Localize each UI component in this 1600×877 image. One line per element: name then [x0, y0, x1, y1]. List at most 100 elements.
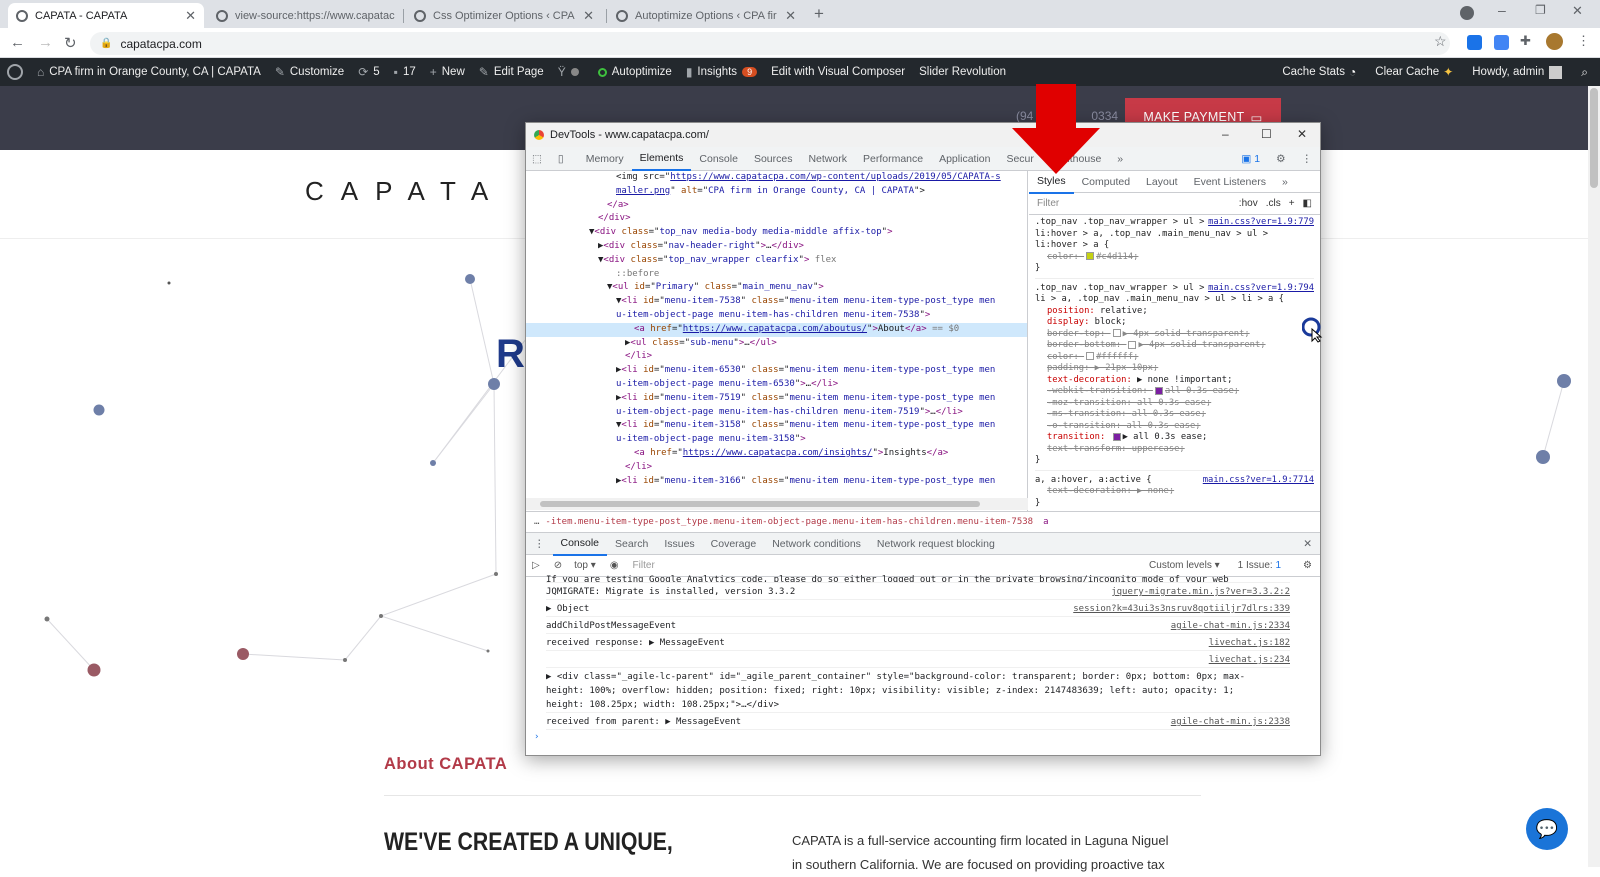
console-message[interactable]: received from parent: ▶ MessageEvent agil… — [546, 713, 1290, 730]
css-declaration[interactable]: -moz-transition: all 0.3s ease; — [1035, 398, 1314, 410]
close-tab-icon[interactable]: ✕ — [777, 8, 796, 24]
dom-node-line[interactable]: </li> — [526, 350, 1027, 364]
dom-node-line[interactable]: u-item-object-page menu-item-6530">…</li… — [526, 378, 1027, 392]
wp-yoast[interactable]: Ÿ — [551, 65, 591, 79]
dom-node-line[interactable]: u-item-object-page menu-item-3158"> — [526, 433, 1027, 447]
minimize-icon[interactable]: – — [1222, 127, 1229, 141]
css-declaration[interactable]: color: #ffffff; — [1035, 352, 1314, 364]
close-tab-icon[interactable]: ✕ — [575, 8, 594, 24]
drawer-tab-network-conditions[interactable]: Network conditions — [764, 532, 869, 556]
wp-clear-cache[interactable]: Clear Cache ✦ — [1368, 65, 1465, 79]
context-select[interactable]: top ▾ — [574, 560, 596, 571]
dom-node-line[interactable]: ▶<li id="menu-item-7519" class="menu-ite… — [526, 392, 1027, 406]
close-tab-icon[interactable]: ✕ — [177, 8, 196, 24]
wp-cache-stats[interactable]: Cache Stats ◔ — [1275, 65, 1368, 79]
console-message[interactable]: ▶ <div class="_agile-lc-parent" id="_agi… — [546, 668, 1290, 713]
dom-node-line[interactable]: maller.png" alt="CPA firm in Orange Coun… — [526, 185, 1027, 199]
dom-node-line[interactable]: <img src="https://www.capatacpa.com/wp-c… — [526, 171, 1027, 185]
computed-sidebar-icon[interactable]: ◧ — [1303, 198, 1312, 209]
wp-visual-composer[interactable]: Edit with Visual Composer — [764, 66, 912, 78]
dom-node-line[interactable]: ▶<div class="nav-header-right">…</div> — [526, 240, 1027, 254]
dom-node-line[interactable]: <a href="https://www.capatacpa.com/about… — [526, 322, 1027, 337]
back-icon[interactable]: ← — [10, 34, 25, 51]
wp-insights[interactable]: ▮ Insights 9 — [679, 65, 764, 79]
tab-view-source[interactable]: view-source:https://www.capatac ✕ — [208, 3, 400, 28]
console-message[interactable]: received response: ▶ MessageEvent livecha… — [546, 634, 1290, 651]
drawer-tab-coverage[interactable]: Coverage — [703, 532, 765, 556]
styles-filter-input[interactable]: Filter — [1037, 198, 1239, 209]
reload-icon[interactable]: ↻ — [64, 34, 77, 52]
dom-node-line[interactable]: u-item-object-page menu-item-has-childre… — [526, 406, 1027, 420]
console-source-link[interactable]: agile-chat-min.js:2338 — [1171, 715, 1290, 729]
chat-bubble-icon[interactable]: 💬 — [1526, 808, 1568, 850]
css-rule[interactable]: main.css?ver=1.9:7714 a, a:hover, a:activ… — [1035, 475, 1314, 512]
dom-node-line[interactable]: ▶<li id="menu-item-6530" class="menu-ite… — [526, 364, 1027, 378]
settings-gear-icon[interactable]: ⚙ — [1268, 147, 1293, 171]
console-message[interactable]: If you are testing Google Analytics code… — [546, 573, 1290, 583]
tab-css-optimizer[interactable]: Css Optimizer Options ‹ CPA firm ✕ — [406, 3, 602, 28]
css-selector[interactable]: main.css?ver=1.9:779 .top_nav .top_nav_wr… — [1035, 217, 1314, 252]
wp-slider-revolution[interactable]: Slider Revolution — [912, 66, 1013, 78]
console-source-link[interactable]: livechat.js:182 — [1209, 636, 1290, 650]
dom-node-line[interactable]: ::before — [526, 268, 1027, 282]
issues-counter[interactable]: ▣ 1 — [1233, 147, 1268, 171]
chrome-menu-icon[interactable]: ⋮ — [1577, 33, 1590, 49]
css-declaration[interactable]: padding: ▶ 21px 10px; — [1035, 363, 1314, 375]
console-prompt[interactable]: › — [534, 730, 1290, 744]
tab-performance[interactable]: Performance — [855, 147, 931, 171]
tab-autoptimize[interactable]: Autoptimize Options ‹ CPA firm ✕ — [608, 3, 804, 28]
dom-node-line[interactable]: ▼<li id="menu-item-7538" class="menu-ite… — [526, 295, 1027, 309]
tab-elements[interactable]: Elements — [631, 147, 692, 171]
dom-node-line[interactable]: <a href="https://www.capatacpa.com/insig… — [526, 447, 1027, 461]
close-window-icon[interactable]: ✕ — [1572, 3, 1583, 19]
wp-new[interactable]: + New — [423, 65, 472, 79]
css-declaration[interactable]: text-transform: uppercase; — [1035, 444, 1314, 456]
console-message[interactable]: ▶ Object session?k=43ui3s3nsruv8qotiiljr7… — [546, 600, 1290, 617]
console-message[interactable]: addChildPostMessageEvent agile-chat-min.j… — [546, 617, 1290, 634]
tab-console[interactable]: Console — [691, 147, 746, 171]
inspect-element-icon[interactable]: ⬚ — [526, 147, 550, 171]
dom-node-line[interactable]: u-item-object-page menu-item-has-childre… — [526, 309, 1027, 323]
css-declaration[interactable]: position: relative; — [1035, 306, 1314, 318]
bookmark-star-icon[interactable]: ☆ — [1434, 33, 1447, 50]
tab-event-listeners[interactable]: Event Listeners — [1186, 171, 1274, 194]
console-settings-icon[interactable]: ⚙ — [1303, 560, 1312, 571]
wp-comments[interactable]: ▪ 17 — [387, 65, 423, 79]
color-swatch[interactable] — [1112, 432, 1121, 441]
dom-node-line[interactable]: </div> — [526, 212, 1027, 226]
close-tab-icon[interactable]: ✕ — [395, 8, 400, 24]
tab-application[interactable]: Application — [931, 147, 998, 171]
cls-toggle[interactable]: .cls — [1266, 198, 1281, 209]
dom-node-line[interactable]: ▼<div class="top_nav_wrapper clearfix"> … — [526, 254, 1027, 268]
wp-howdy[interactable]: Howdy, admin — [1465, 65, 1574, 79]
wp-autoptimize[interactable]: Autoptimize — [591, 66, 679, 78]
dom-node-line[interactable]: ▼<div class="top_nav media-body media-mi… — [526, 226, 1027, 240]
css-declaration[interactable]: display: block; — [1035, 317, 1314, 329]
console-message[interactable]: livechat.js:234 — [546, 651, 1290, 668]
clear-console-icon[interactable]: ⊘ — [554, 560, 562, 571]
wp-search-icon[interactable]: ⌕ — [1574, 65, 1600, 80]
css-declaration[interactable]: color: #c4d114; — [1035, 252, 1314, 264]
wp-customize[interactable]: ✎ Customize — [268, 65, 351, 79]
css-declaration[interactable]: text-decoration: ▶ none; — [1035, 486, 1314, 498]
breadcrumb-current[interactable]: a — [1043, 517, 1048, 527]
tab-sources[interactable]: Sources — [746, 147, 801, 171]
css-source-link[interactable]: main.css?ver=1.9:7714 — [1203, 475, 1314, 487]
device-toggle-icon[interactable]: ▯ — [550, 147, 572, 171]
dom-node-line[interactable]: </a> — [526, 199, 1027, 213]
site-logo[interactable]: CAPATA — [305, 176, 505, 207]
devtools-titlebar[interactable]: DevTools - www.capatacpa.com/ – ☐ ✕ — [526, 123, 1320, 147]
css-declaration[interactable]: transition: ▶ all 0.3s ease; — [1035, 432, 1314, 444]
dom-node-line[interactable]: ▶<li id="menu-item-3166" class="menu-ite… — [526, 475, 1027, 489]
extension-cast-icon[interactable] — [1467, 35, 1482, 50]
css-declaration[interactable]: text-decoration: ▶ none !important; — [1035, 375, 1314, 387]
css-declaration[interactable]: -webkit-transition: all 0.3s ease; — [1035, 386, 1314, 398]
breadcrumb-path[interactable]: -item.menu-item-type-post_type.menu-item… — [545, 517, 1033, 527]
drawer-tab-request-blocking[interactable]: Network request blocking — [869, 532, 1003, 556]
color-swatch[interactable] — [1086, 252, 1095, 260]
new-tab-button[interactable]: + — [814, 4, 824, 24]
elements-h-scrollbar[interactable] — [526, 498, 1028, 510]
dom-node-line[interactable]: ▶<ul class="sub-menu">…</ul> — [526, 337, 1027, 351]
minimize-window-icon[interactable]: – — [1498, 2, 1506, 18]
css-selector[interactable]: main.css?ver=1.9:7714 a, a:hover, a:activ… — [1035, 475, 1314, 487]
